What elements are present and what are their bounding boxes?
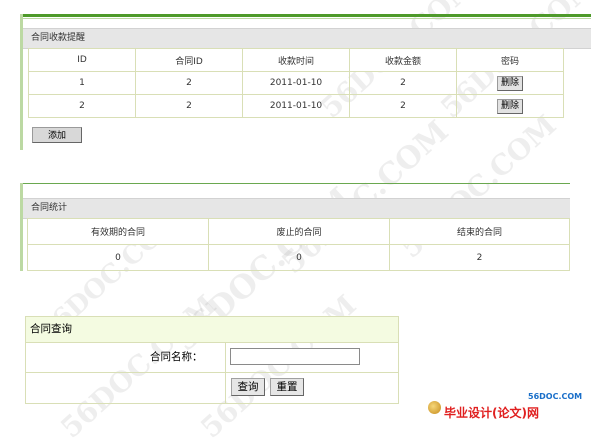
stats-header-row: 有效期的合同 废止的合同 结束的合同	[27, 218, 570, 245]
delete-button[interactable]: 删除	[497, 98, 523, 114]
stats-table: 有效期的合同 废止的合同 结束的合同 0 0 2	[27, 218, 570, 271]
cell-contract-id: 2	[135, 94, 243, 118]
stats-panel-title: 合同统计	[23, 198, 570, 219]
stat-value: 2	[389, 244, 570, 271]
column-header: 密码	[456, 48, 564, 72]
column-header: 结束的合同	[389, 218, 570, 245]
cell-date: 2011-01-10	[242, 71, 350, 95]
add-button[interactable]: 添加	[32, 127, 82, 143]
column-header: 有效期的合同	[27, 218, 209, 245]
cell-id: 1	[28, 71, 136, 95]
contract-name-label: 合同名称：	[150, 351, 203, 363]
panel-left-border	[20, 183, 23, 271]
cell-id: 2	[28, 94, 136, 118]
table-row: 1 2 2011-01-10 2 删除	[28, 71, 564, 95]
reset-button[interactable]: 重置	[270, 378, 304, 396]
column-header: 收款时间	[242, 48, 350, 72]
reminder-panel-title: 合同收款提醒	[23, 28, 591, 49]
delete-button[interactable]: 删除	[497, 75, 523, 91]
search-panel-title: 合同查询	[25, 316, 399, 343]
stat-value: 0	[208, 244, 390, 271]
divider	[25, 372, 399, 373]
column-header: ID	[28, 48, 136, 72]
divider	[225, 343, 226, 404]
cell-amount: 2	[349, 71, 457, 95]
cell-amount: 2	[349, 94, 457, 118]
reminder-header-row: ID 合同ID 收款时间 收款金额 密码	[28, 48, 564, 72]
stat-value: 0	[27, 244, 209, 271]
table-row: 2 2 2011-01-10 2 删除	[28, 94, 564, 118]
table-row: 0 0 2	[27, 244, 570, 271]
column-header: 废止的合同	[208, 218, 390, 245]
cell-date: 2011-01-10	[242, 94, 350, 118]
panel-top-border	[20, 183, 570, 184]
cell-action: 删除	[456, 94, 564, 118]
cell-action: 删除	[456, 71, 564, 95]
cell-contract-id: 2	[135, 71, 243, 95]
column-header: 收款金额	[349, 48, 457, 72]
panel-top-border	[20, 14, 591, 17]
column-header: 合同ID	[135, 48, 243, 72]
contract-name-input[interactable]	[230, 348, 360, 365]
reminder-table: ID 合同ID 收款时间 收款金额 密码 1 2 2011-01-10 2 删除…	[28, 48, 564, 118]
query-button[interactable]: 查询	[231, 378, 265, 396]
site-logo-title: 毕业设计(论文)网	[444, 406, 539, 420]
panel-top-border-light	[20, 18, 591, 19]
logo-icon	[428, 401, 441, 414]
site-logo-text: 56DOC.COM	[528, 392, 583, 401]
